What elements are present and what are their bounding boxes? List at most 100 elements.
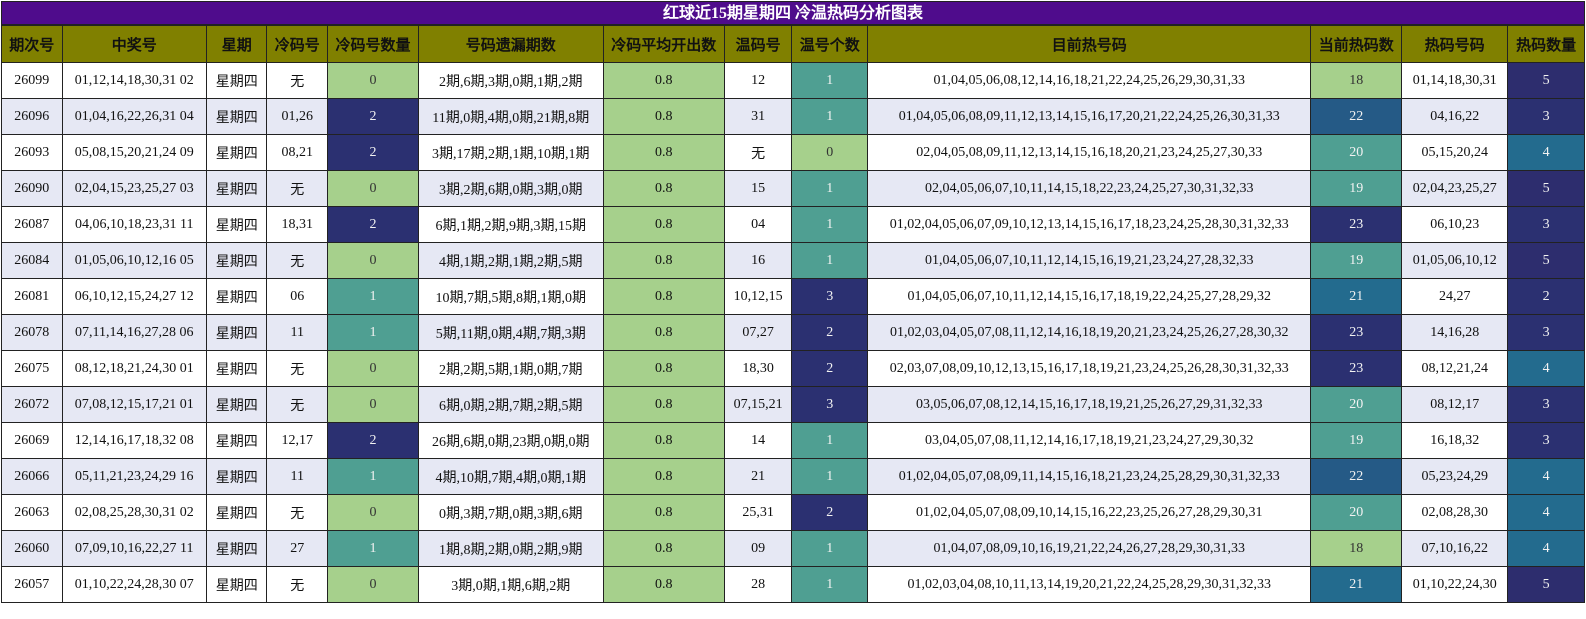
header-issue[interactable]: 期次号	[1, 25, 63, 63]
cell-issue: 26096	[1, 98, 63, 135]
header-warm-numbers[interactable]: 温码号	[723, 25, 793, 63]
cell-weekday: 星期四	[205, 170, 268, 207]
table-row[interactable]: 26072 07,08,12,15,17,21 01 星期四无 0 6期,0期,2期,7…	[1, 386, 1585, 423]
cell-cold-average: 0.8	[602, 422, 725, 459]
cell-weekday: 星期四	[205, 98, 268, 135]
cell-winning-numbers: 01,04,16,22,26,31 04	[61, 98, 207, 135]
cell-issue: 26069	[1, 422, 63, 459]
table-row[interactable]: 26060 07,09,10,16,22,27 11 星期四 27 1 1期,8期,2期,…	[1, 530, 1585, 567]
header-miss-periods[interactable]: 号码遗漏期数	[417, 25, 604, 63]
cell-winning-numbers: 07,08,12,15,17,21 01	[61, 386, 207, 423]
analysis-table-container: 红球近15期星期四 冷温热码分析图表 期次号 中奖号 星期 冷码号 冷码号数量 …	[1, 1, 1585, 603]
table-row[interactable]: 26084 01,05,06,10,12,16 05 星期四无 0 4期,1期,2期,1…	[1, 242, 1585, 279]
cell-cold-count: 1	[327, 314, 419, 351]
cell-current-hot-count: 22	[1310, 98, 1403, 135]
header-current-hot-count[interactable]: 当前热码数	[1310, 25, 1403, 63]
table-title: 红球近15期星期四 冷温热码分析图表	[1, 1, 1585, 25]
table-row[interactable]: 26090 02,04,15,23,25,27 03 星期四无 0 3期,2期,6期,0…	[1, 170, 1585, 207]
cell-winning-numbers: 12,14,16,17,18,32 08	[61, 422, 207, 459]
cell-warm-numbers: 10,12,15	[723, 278, 793, 315]
cell-cold-count: 1	[327, 458, 419, 495]
table-row[interactable]: 26099 01,12,14,18,30,31 02 星期四无 0 2期,6期,3期,0…	[1, 62, 1585, 99]
cell-miss-periods: 0期,3期,7期,0期,3期,6期	[417, 494, 604, 531]
cell-cold-numbers: 18,31	[266, 206, 329, 243]
cell-issue: 26099	[1, 62, 63, 99]
cell-warm-numbers: 04	[723, 206, 793, 243]
cell-winning-numbers: 01,10,22,24,28,30 07	[61, 566, 207, 603]
cell-miss-periods: 6期,1期,2期,9期,3期,15期	[417, 206, 604, 243]
header-weekday[interactable]: 星期	[205, 25, 268, 63]
cell-warm-count: 1	[791, 206, 869, 243]
cell-current-hot-numbers: 01,02,03,04,08,10,11,13,14,19,20,21,22,2…	[867, 566, 1312, 603]
cell-issue: 26087	[1, 206, 63, 243]
cell-cold-average: 0.8	[602, 278, 725, 315]
table-row[interactable]: 26066 05,11,21,23,24,29 16 星期四 11 1 4期,10期,7期…	[1, 458, 1585, 495]
cell-current-hot-numbers: 01,04,05,06,07,10,11,12,14,15,16,17,18,1…	[867, 278, 1312, 315]
cell-cold-count: 1	[327, 278, 419, 315]
cell-hot-hit-numbers: 14,16,28	[1401, 314, 1509, 351]
header-hot-hit-numbers[interactable]: 热码号码	[1401, 25, 1509, 63]
cell-current-hot-numbers: 01,04,07,08,09,10,16,19,21,22,24,26,27,2…	[867, 530, 1312, 567]
cell-cold-average: 0.8	[602, 242, 725, 279]
header-winning-numbers[interactable]: 中奖号	[61, 25, 207, 63]
cell-winning-numbers: 02,04,15,23,25,27 03	[61, 170, 207, 207]
table-row[interactable]: 26078 07,11,14,16,27,28 06 星期四 11 1 5期,11期,0期…	[1, 314, 1585, 351]
cell-cold-average: 0.8	[602, 530, 725, 567]
header-cold-numbers[interactable]: 冷码号	[266, 25, 329, 63]
cell-hot-hit-count: 3	[1507, 314, 1585, 351]
cell-hot-hit-numbers: 02,08,28,30	[1401, 494, 1509, 531]
cell-hot-hit-count: 3	[1507, 422, 1585, 459]
cell-current-hot-count: 19	[1310, 422, 1403, 459]
cell-current-hot-count: 18	[1310, 62, 1403, 99]
cell-current-hot-numbers: 01,02,03,04,05,07,08,11,12,14,16,18,19,2…	[867, 314, 1312, 351]
table-row[interactable]: 26075 08,12,18,21,24,30 01 星期四无 0 2期,2期,5期,1…	[1, 350, 1585, 387]
cell-winning-numbers: 08,12,18,21,24,30 01	[61, 350, 207, 387]
cell-warm-numbers: 07,27	[723, 314, 793, 351]
table-row[interactable]: 26093 05,08,15,20,21,24 09 星期四 08,21 2 3期,17期…	[1, 134, 1585, 171]
cell-current-hot-count: 23	[1310, 350, 1403, 387]
header-current-hot-numbers[interactable]: 目前热号码	[867, 25, 1312, 63]
cell-winning-numbers: 07,09,10,16,22,27 11	[61, 530, 207, 567]
cell-miss-periods: 3期,2期,6期,0期,3期,0期	[417, 170, 604, 207]
cell-hot-hit-count: 4	[1507, 494, 1585, 531]
table-row[interactable]: 26069 12,14,16,17,18,32 08 星期四 12,17 2 26期,6期…	[1, 422, 1585, 459]
cell-current-hot-count: 21	[1310, 566, 1403, 603]
cell-cold-numbers: 11	[266, 314, 329, 351]
cell-hot-hit-count: 3	[1507, 206, 1585, 243]
header-cold-average[interactable]: 冷码平均开出数	[602, 25, 725, 63]
cell-weekday: 星期四	[205, 386, 268, 423]
cell-current-hot-count: 20	[1310, 134, 1403, 171]
table-row[interactable]: 26057 01,10,22,24,28,30 07 星期四无 0 3期,0期,1期,6…	[1, 566, 1585, 603]
header-cold-count[interactable]: 冷码号数量	[327, 25, 419, 63]
cell-cold-count: 0	[327, 242, 419, 279]
table-row[interactable]: 26081 06,10,12,15,24,27 12 星期四 06 1 10期,7期,5期…	[1, 278, 1585, 315]
cell-miss-periods: 2期,2期,5期,1期,0期,7期	[417, 350, 604, 387]
cell-cold-count: 0	[327, 494, 419, 531]
cell-warm-numbers: 28	[723, 566, 793, 603]
cell-warm-count: 2	[791, 314, 869, 351]
cell-cold-average: 0.8	[602, 458, 725, 495]
cell-winning-numbers: 07,11,14,16,27,28 06	[61, 314, 207, 351]
cell-current-hot-numbers: 02,04,05,08,09,11,12,13,14,15,16,18,20,2…	[867, 134, 1312, 171]
cell-cold-numbers: 06	[266, 278, 329, 315]
cell-cold-count: 2	[327, 422, 419, 459]
cell-warm-count: 2	[791, 494, 869, 531]
table-row[interactable]: 26063 02,08,25,28,30,31 02 星期四无 0 0期,3期,7期,0…	[1, 494, 1585, 531]
cell-warm-numbers: 15	[723, 170, 793, 207]
cell-cold-numbers: 12,17	[266, 422, 329, 459]
table-row[interactable]: 26096 01,04,16,22,26,31 04 星期四 01,26 2 11期,0期…	[1, 98, 1585, 135]
table-row[interactable]: 26087 04,06,10,18,23,31 11 星期四 18,31 2 6期,1期,…	[1, 206, 1585, 243]
cell-warm-numbers: 21	[723, 458, 793, 495]
cell-cold-count: 1	[327, 530, 419, 567]
header-hot-hit-count[interactable]: 热码数量	[1507, 25, 1585, 63]
cell-warm-count: 1	[791, 98, 869, 135]
cell-miss-periods: 2期,6期,3期,0期,1期,2期	[417, 62, 604, 99]
cell-weekday: 星期四	[205, 530, 268, 567]
cell-cold-average: 0.8	[602, 98, 725, 135]
cell-hot-hit-count: 2	[1507, 278, 1585, 315]
cell-miss-periods: 5期,11期,0期,4期,7期,3期	[417, 314, 604, 351]
cell-hot-hit-numbers: 07,10,16,22	[1401, 530, 1509, 567]
header-warm-count[interactable]: 温号个数	[791, 25, 869, 63]
cell-weekday: 星期四	[205, 278, 268, 315]
cell-weekday: 星期四	[205, 494, 268, 531]
